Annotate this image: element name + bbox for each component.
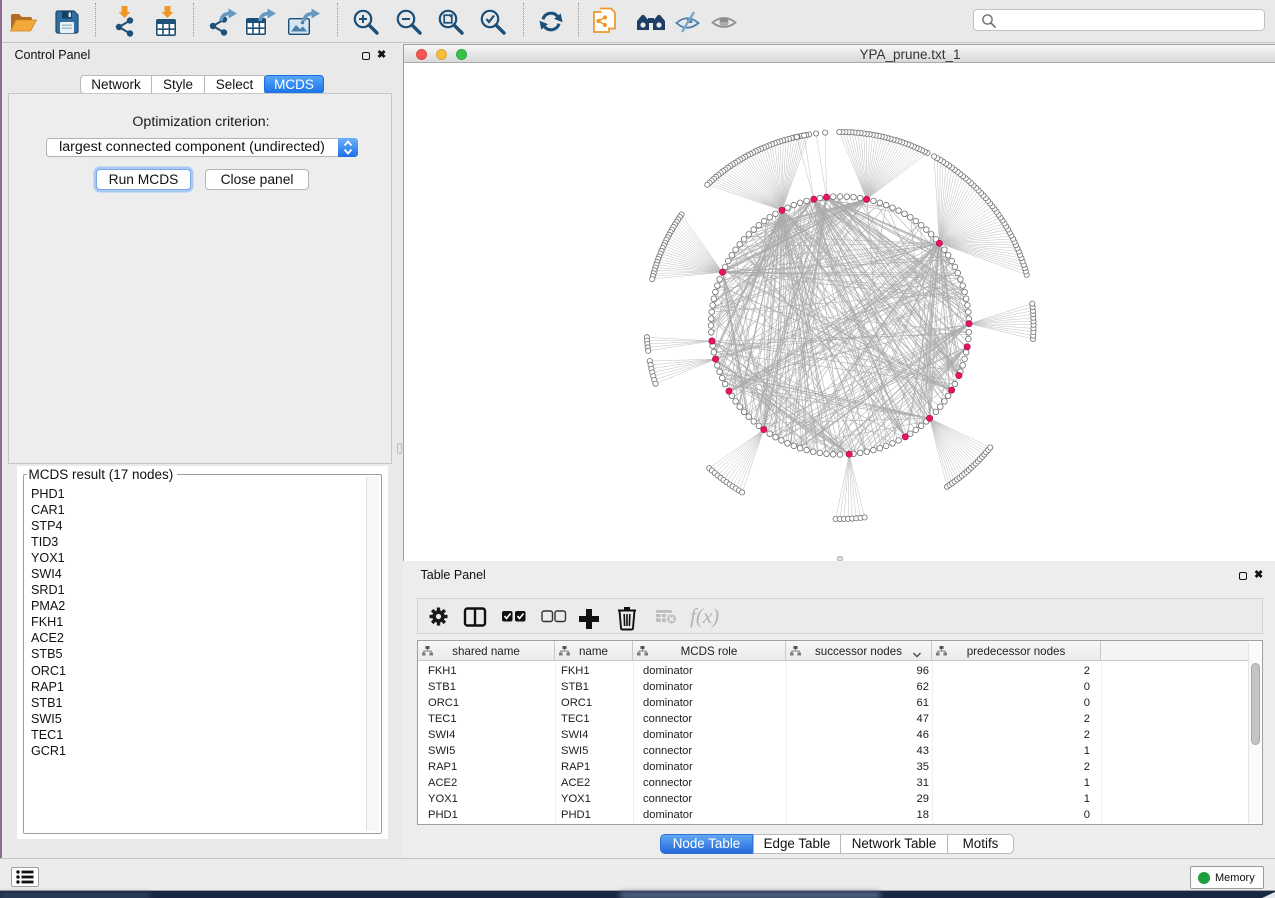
svg-text:f(x): f(x): [690, 604, 719, 628]
